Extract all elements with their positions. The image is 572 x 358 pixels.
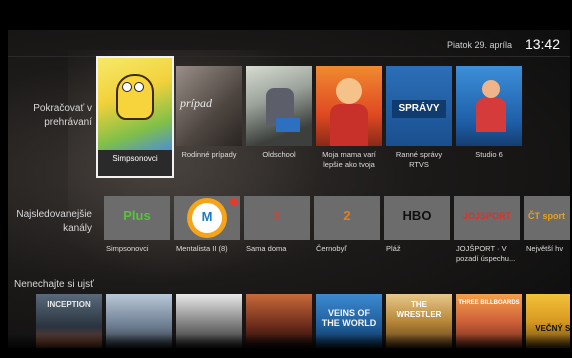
- character-face-icon: [116, 74, 154, 120]
- jednotka-logo: 1: [273, 208, 281, 223]
- clock: 13:42: [524, 36, 560, 52]
- channel-tile-hbo[interactable]: HBO Pláž: [384, 196, 450, 266]
- date-label: Piatok 29. apríla: [446, 40, 512, 50]
- continue-tile-moja-mama[interactable]: Moja mama varí lepšie ako tvoja: [316, 66, 382, 176]
- presenter-body: [476, 98, 506, 132]
- host-body: [330, 104, 368, 146]
- simpsons-poster: [98, 58, 172, 150]
- tile-title: Simpsonovci: [112, 154, 158, 163]
- hbo-logo: HBO: [402, 208, 432, 223]
- poster-logo-text: prípad: [180, 96, 213, 110]
- channel-tile-plus[interactable]: Plus Simpsonovci: [104, 196, 170, 266]
- plus-logo: Plus: [123, 208, 151, 223]
- studio6-poster: [456, 66, 522, 146]
- channel-logo-hbo: HBO: [384, 196, 450, 240]
- continue-tile-rodinne-pripady[interactable]: prípad Rodinné prípady: [176, 66, 242, 176]
- spravy-rtvs-poster: SPRÁVY: [386, 66, 452, 146]
- live-indicator-icon: [230, 198, 238, 206]
- bottom-fade: [8, 334, 570, 348]
- channel-tile-ct-sport[interactable]: ČT sport Největší hv: [524, 196, 570, 266]
- channel-logo-markiza: M: [174, 196, 240, 240]
- channel-tile-dvojka[interactable]: 2 Černobyľ: [314, 196, 380, 266]
- row-label-movies: Nenechajte si ujsť: [14, 279, 94, 290]
- channel-logo-dvojka: 2: [314, 196, 380, 240]
- tile-title: Ranné správy RTVS: [395, 150, 443, 169]
- row-label-continue: Pokračovať v prehrávaní: [33, 103, 92, 128]
- now-playing: Největší hv: [526, 244, 564, 253]
- tv-screen: Piatok 29. apríla 13:42 Pokračovať v pre…: [0, 0, 572, 358]
- now-playing: Sama doma: [246, 244, 287, 253]
- poster-title: VEČNÝ SVIT: [535, 324, 570, 333]
- row-label-channels: Najsledovanejšie kanály: [16, 209, 92, 234]
- now-playing: Mentalista II (8): [176, 244, 228, 253]
- continue-tile-simpsons[interactable]: Simpsonovci: [96, 56, 174, 178]
- spravy-badge: SPRÁVY: [392, 100, 446, 118]
- poster-title: THE WRESTLER: [396, 300, 442, 319]
- tile-title: Moja mama varí lepšie ako tvoja: [322, 150, 376, 169]
- rodinne-pripady-poster: prípad: [176, 66, 242, 146]
- markiza-logo: M: [201, 209, 213, 224]
- channel-logo-ct-sport: ČT sport: [524, 196, 570, 240]
- now-playing: Pláž: [386, 244, 401, 253]
- continue-tile-studio6[interactable]: Studio 6: [456, 66, 522, 176]
- poster-title: INCEPTION: [47, 300, 91, 309]
- continue-tile-oldschool[interactable]: Oldschool: [246, 66, 312, 176]
- screen-graphic: [276, 118, 300, 132]
- tile-title: Studio 6: [475, 150, 503, 159]
- eye-icon: [122, 82, 132, 92]
- tv-app: Piatok 29. apríla 13:42 Pokračovať v pre…: [8, 30, 570, 348]
- channel-logo-jojsport: JOJSPORT: [454, 196, 520, 240]
- tile-title: Oldschool: [262, 150, 296, 159]
- continue-tile-spravy[interactable]: SPRÁVY Ranné správy RTVS: [386, 66, 452, 176]
- channel-logo-plus: Plus: [104, 196, 170, 240]
- channel-tile-jednotka[interactable]: 1 Sama doma: [244, 196, 310, 266]
- jojsport-logo: JOJSPORT: [462, 211, 511, 221]
- poster-title: VEINS OF THE WORLD: [321, 308, 377, 328]
- ct-sport-logo: ČT sport: [528, 211, 565, 221]
- dvojka-logo: 2: [343, 208, 351, 223]
- now-playing: JOJŠPORT · V pozadí úspechu...: [456, 244, 516, 263]
- tile-title: Rodinné prípady: [181, 150, 237, 159]
- header-divider: [8, 56, 570, 57]
- oldschool-poster: [246, 66, 312, 146]
- poster-title: THREE BILLBOARDS: [458, 300, 520, 306]
- eye-icon: [134, 82, 144, 92]
- presenter-face: [482, 80, 500, 98]
- cooking-show-poster: [316, 66, 382, 146]
- host-face: [336, 78, 362, 104]
- channel-tile-markiza[interactable]: M Mentalista II (8): [174, 196, 240, 266]
- channel-tile-jojsport[interactable]: JOJSPORT JOJŠPORT · V pozadí úspechu...: [454, 196, 520, 266]
- now-playing: Simpsonovci: [106, 244, 149, 253]
- now-playing: Černobyľ: [316, 244, 347, 253]
- channel-logo-jednotka: 1: [244, 196, 310, 240]
